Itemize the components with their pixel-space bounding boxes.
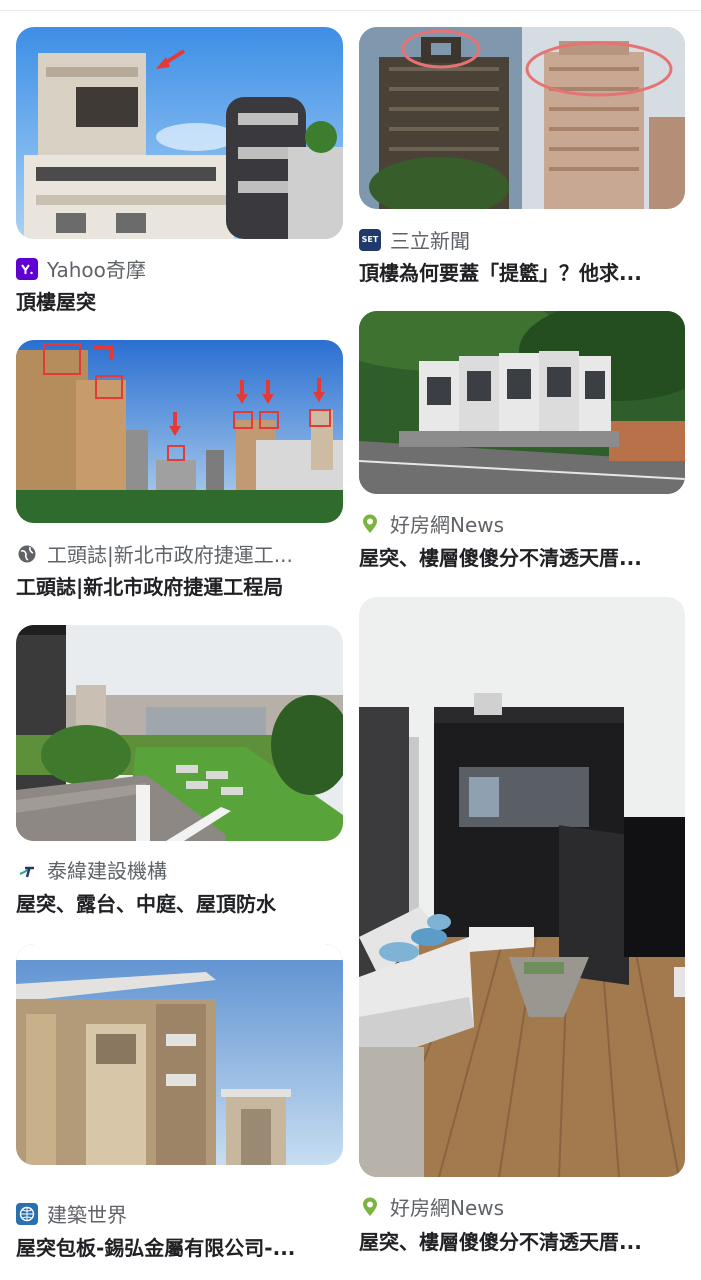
result-image-skyline-arrows[interactable]: [16, 340, 343, 523]
map-pin-icon: [359, 513, 381, 535]
result-image-basket-rooftops[interactable]: [359, 27, 685, 209]
result-source[interactable]: 泰緯建設機構: [16, 855, 167, 884]
yahoo-icon: [16, 257, 38, 280]
result-image-building-facade[interactable]: [16, 944, 343, 1165]
result-title[interactable]: 工頭誌|新北市政府捷運工程局: [16, 571, 343, 600]
result-source-label: 建築世界: [47, 1203, 127, 1227]
top-divider: [0, 0, 701, 11]
result-source-label: 三立新聞: [390, 229, 470, 253]
result-source-label: Yahoo奇摩: [47, 258, 146, 282]
map-pin-icon: [359, 1196, 381, 1218]
result-image-roof-garden[interactable]: [16, 625, 343, 841]
taiwei-logo-icon: [16, 859, 38, 881]
result-source[interactable]: 工頭誌|新北市政府捷運工...: [16, 539, 293, 568]
result-title[interactable]: 屋突包板-錫弘金屬有限公司-...: [16, 1232, 343, 1261]
result-title[interactable]: 屋突、露台、中庭、屋頂防水: [16, 888, 343, 917]
result-source-label: 泰緯建設機構: [47, 859, 167, 883]
result-source[interactable]: SET 三立新聞: [359, 225, 470, 254]
result-title[interactable]: 屋突、樓層傻傻分不清透天厝...: [359, 1226, 685, 1255]
result-source[interactable]: Yahoo奇摩: [16, 254, 146, 283]
result-image-townhouses[interactable]: [359, 311, 685, 494]
result-image-rooftop-terrace[interactable]: [359, 597, 685, 1177]
result-source-label: 工頭誌|新北市政府捷運工...: [47, 543, 293, 567]
result-source[interactable]: 好房網News: [359, 509, 504, 538]
result-source-label: 好房網News: [390, 1196, 505, 1220]
result-title[interactable]: 頂樓為何要蓋「提籃」？他求...: [359, 257, 685, 286]
result-title[interactable]: 屋突、樓層傻傻分不清透天厝...: [359, 542, 685, 571]
set-news-icon: SET: [359, 228, 381, 251]
result-source[interactable]: 好房網News: [359, 1192, 504, 1221]
result-source-label: 好房網News: [390, 513, 505, 537]
result-image-rooftop-structure[interactable]: [16, 27, 343, 239]
result-title[interactable]: 頂樓屋突: [16, 286, 343, 315]
result-source[interactable]: 建築世界: [16, 1199, 127, 1228]
building-world-icon: [16, 1202, 38, 1225]
globe-icon: [16, 543, 38, 565]
